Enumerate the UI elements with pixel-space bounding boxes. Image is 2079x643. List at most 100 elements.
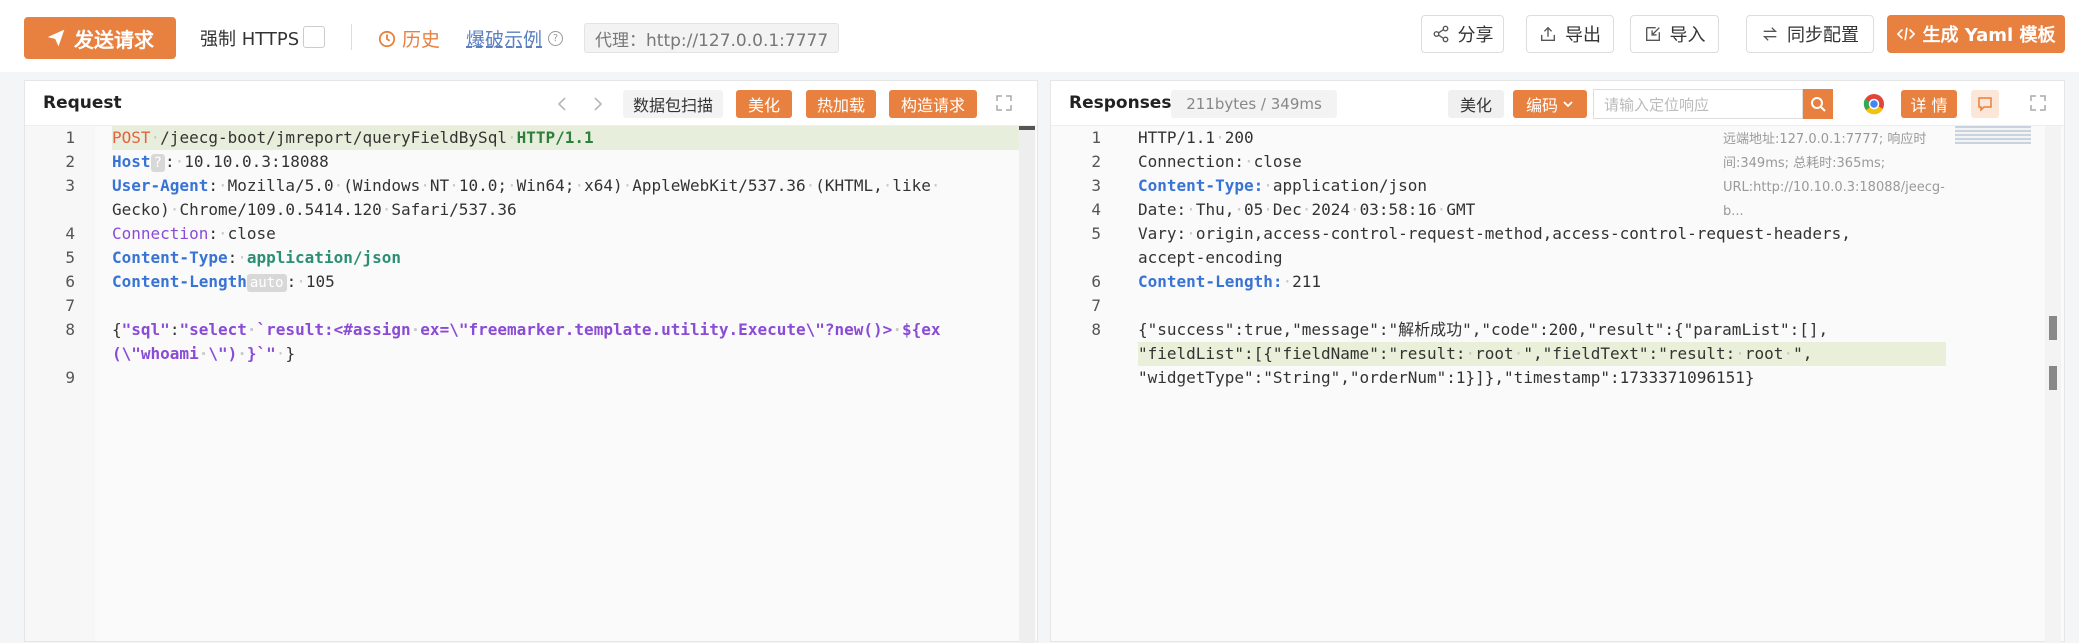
expand-icon[interactable] <box>2029 94 2047 112</box>
detail-button[interactable]: 详 情 <box>1901 90 1957 118</box>
expand-icon[interactable] <box>995 94 1013 112</box>
line-number: 2 <box>65 152 75 171</box>
send-icon <box>47 29 65 47</box>
line-code: Date:·Thu,·05·Dec·2024·03:58:16·GMT <box>1138 198 1475 222</box>
code-line: 5 Content-Type:·application/json <box>25 246 985 270</box>
code-token: ·/jeecg-boot/jmreport/queryFieldBySql· <box>150 128 517 147</box>
locate-response-input[interactable]: 请输入定位响应 <box>1593 89 1803 119</box>
construct-request-button[interactable]: 构造请求 <box>889 90 977 118</box>
encoding-dropdown[interactable]: 编码 <box>1513 90 1587 118</box>
line-number: 9 <box>65 368 75 387</box>
minimap[interactable] <box>1955 126 2031 144</box>
line-number: 3 <box>1091 176 1101 195</box>
response-editor[interactable]: 1 HTTP/1.1·200 2 Connection:·close 3 Content-… <box>1051 126 2064 643</box>
proxy-indicator[interactable]: 代理：http://127.0.0.1:7777 <box>584 23 840 53</box>
import-button[interactable]: 导入 <box>1630 15 1719 53</box>
chevron-right-icon[interactable] <box>589 95 605 113</box>
line-number: 8 <box>1091 320 1101 339</box>
line-code: Connection:·close <box>1138 150 1302 174</box>
code-token: Content-Length <box>112 272 247 291</box>
code-icon <box>1896 27 1915 41</box>
line-number: 4 <box>65 224 75 243</box>
line-code: Content-Type:·application/json <box>112 246 401 270</box>
hot-load-button[interactable]: 热加载 <box>806 90 876 118</box>
code-token: Connection <box>112 224 209 243</box>
response-size-badge: 211bytes / 349ms <box>1171 90 1337 118</box>
code-token: Vary:·origin,access-control-request-meth… <box>1138 224 1851 243</box>
generate-yaml-button[interactable]: 生成 Yaml 模板 <box>1887 15 2065 53</box>
code-token: : <box>169 320 180 339</box>
line-code: Connection:·close <box>112 222 276 246</box>
response-scrollbar[interactable] <box>2045 126 2061 643</box>
export-button[interactable]: 导出 <box>1526 15 1614 53</box>
search-button[interactable] <box>1803 89 1833 119</box>
import-icon <box>1645 27 1660 41</box>
request-panel-header: Request 数据包扫描 美化 热加载 构造请求 <box>25 81 1037 126</box>
code-line: accept-encoding <box>1051 246 2011 270</box>
line-number: 7 <box>1091 296 1101 315</box>
line-number: 5 <box>1091 224 1101 243</box>
line-number: 7 <box>65 296 75 315</box>
code-token: :·10.10.0.3:18088 <box>164 152 329 171</box>
response-title: Responses <box>1069 93 1172 113</box>
sync-icon <box>1762 27 1778 41</box>
code-token: Content-Type: <box>1138 176 1264 195</box>
code-token: Content-Type <box>112 248 228 267</box>
share-button[interactable]: 分享 <box>1421 15 1504 53</box>
comment-button[interactable] <box>1971 90 1999 118</box>
line-code: accept-encoding <box>1138 246 1283 270</box>
request-beautify-button[interactable]: 美化 <box>736 90 792 118</box>
line-code: User-Agent:·Mozilla/5.0·(Windows·NT·10.0… <box>112 174 941 198</box>
code-token: Host <box>112 152 151 171</box>
send-request-label: 发送请求 <box>74 27 154 52</box>
line-number: 4 <box>1091 200 1101 219</box>
code-line: "fieldList":[{"fieldName":"result:·root·… <box>1051 342 2011 366</box>
remote-meta-info: 远端地址:127.0.0.1:7777; 响应时间:349ms; 总耗时:365… <box>1723 132 1945 219</box>
code-line: 9 <box>25 366 985 390</box>
code-line: 7 <box>25 294 985 318</box>
line-number: 1 <box>1091 128 1101 147</box>
line-code: {"sql":"select·`result:<#assign·ex=\"fre… <box>112 318 940 342</box>
code-token: { <box>112 320 122 339</box>
code-line: 3 User-Agent:·Mozilla/5.0·(Windows·NT·10.… <box>25 174 985 198</box>
line-code: "widgetType":"String","orderNum":1}]},"t… <box>1138 366 1755 390</box>
fuzz-example-link[interactable]: 爆破示例 ? <box>466 25 564 52</box>
code-token: Connection:·close <box>1138 152 1302 171</box>
sync-config-button[interactable]: 同步配置 <box>1746 15 1874 53</box>
code-token: "fieldList":[{"fieldName":"result:·root·… <box>1138 344 1813 363</box>
packet-scan-button[interactable]: 数据包扫描 <box>623 90 723 118</box>
line-code: POST·/jeecg-boot/jmreport/queryFieldBySq… <box>112 126 594 150</box>
encoding-label: 编码 <box>1525 96 1558 115</box>
request-editor[interactable]: 1 POST·/jeecg-boot/jmreport/queryFieldByS… <box>25 126 1037 643</box>
sync-config-label: 同步配置 <box>1787 25 1859 46</box>
code-token: POST <box>112 128 151 147</box>
code-token: "select·`result:<#assign·ex=\"freemarker… <box>179 320 941 339</box>
line-number: 8 <box>65 320 75 339</box>
chevron-down-icon <box>1563 101 1573 108</box>
line-code: Vary:·origin,access-control-request-meth… <box>1138 222 1851 246</box>
history-button[interactable]: 历史 <box>378 25 440 52</box>
response-beautify-button[interactable]: 美化 <box>1448 90 1504 118</box>
line-code: Content-Type:·application/json <box>1138 174 1427 198</box>
code-token: ·application/json <box>1263 176 1427 195</box>
code-line: 8 {"success":true,"message":"解析成功","code"… <box>1051 318 2011 342</box>
response-panel: Responses 211bytes / 349ms 美化 编码 请输入定位响应… <box>1050 80 2065 643</box>
code-token: Gecko)·Chrome/109.0.5414.120·Safari/537.… <box>112 200 517 219</box>
chevron-left-icon[interactable] <box>555 95 571 113</box>
line-number: 1 <box>65 128 75 147</box>
line-number: 6 <box>1091 272 1101 291</box>
line-number: 2 <box>1091 152 1101 171</box>
line-number: 6 <box>65 272 75 291</box>
code-token: application/json <box>246 248 401 267</box>
code-token: {"success":true,"message":"解析成功","code":… <box>1138 320 1829 339</box>
send-request-button[interactable]: 发送请求 <box>24 17 176 59</box>
toolbar-divider <box>351 24 352 50</box>
clock-icon <box>378 30 396 47</box>
code-token: ·211 <box>1282 272 1322 291</box>
line-code: {"success":true,"message":"解析成功","code":… <box>1138 318 1828 342</box>
chrome-icon[interactable] <box>1863 93 1885 115</box>
force-https-checkbox[interactable] <box>303 26 325 48</box>
generate-yaml-label: 生成 Yaml 模板 <box>1922 25 2056 46</box>
request-scrollbar[interactable] <box>1019 126 1035 643</box>
line-code: (\"whoami·\")·}`"·} <box>112 342 295 366</box>
